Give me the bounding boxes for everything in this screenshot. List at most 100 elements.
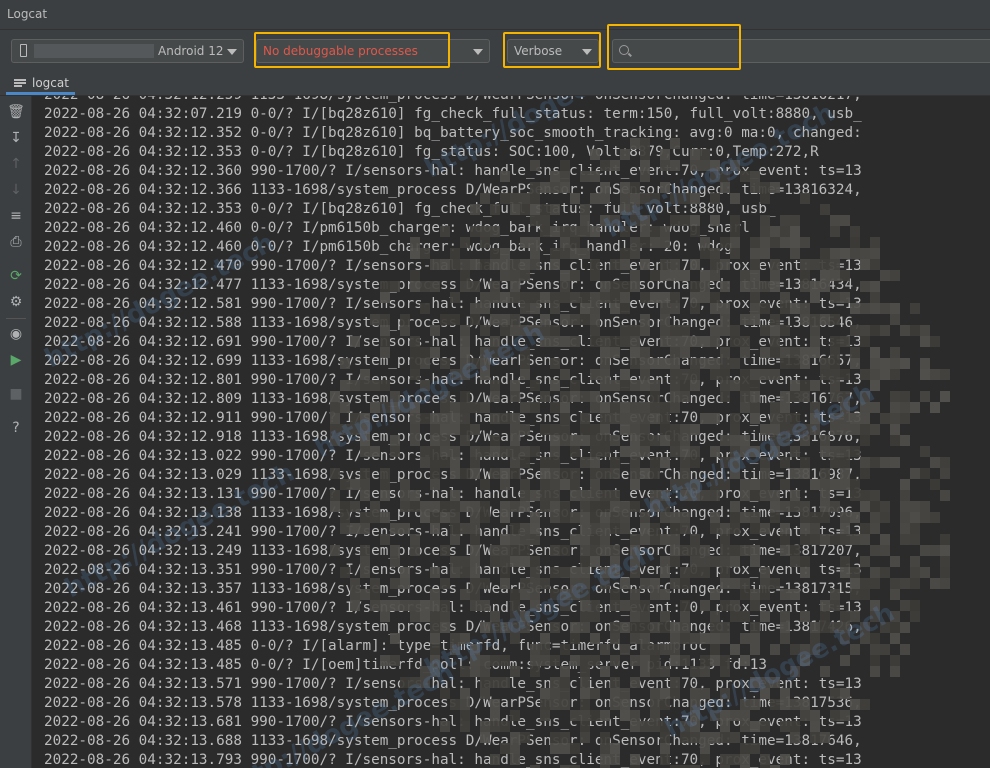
tab-logcat[interactable]: logcat xyxy=(6,70,75,95)
redaction-block xyxy=(580,314,590,325)
redaction-block xyxy=(850,512,860,523)
redaction-block xyxy=(860,578,870,589)
redaction-block xyxy=(520,325,530,336)
redaction-block xyxy=(500,545,510,556)
redaction-block xyxy=(460,556,470,567)
redaction-block xyxy=(380,479,390,490)
redaction-block xyxy=(690,281,700,292)
redaction-block xyxy=(440,413,450,424)
redaction-block xyxy=(640,666,650,677)
redaction-block xyxy=(590,633,600,644)
redaction-block xyxy=(890,402,900,413)
redaction-block xyxy=(750,259,760,270)
redaction-block xyxy=(660,424,670,435)
redaction-block xyxy=(460,424,470,435)
redaction-block xyxy=(810,512,820,523)
redaction-block xyxy=(630,479,640,490)
redaction-block xyxy=(760,281,770,292)
redaction-block xyxy=(410,281,420,292)
redaction-block xyxy=(540,325,550,336)
redaction-block xyxy=(560,743,570,754)
redaction-block xyxy=(450,369,460,380)
redaction-block xyxy=(750,314,760,325)
redaction-block xyxy=(750,644,760,655)
redaction-block xyxy=(860,248,870,259)
redaction-block xyxy=(630,248,640,259)
redaction-block xyxy=(430,523,440,534)
redaction-block xyxy=(620,402,630,413)
redaction-block xyxy=(450,567,460,578)
redaction-block xyxy=(820,666,830,677)
redaction-block xyxy=(610,523,620,534)
redaction-block xyxy=(580,688,590,699)
redaction-block xyxy=(470,303,480,314)
redaction-block xyxy=(550,336,560,347)
redaction-block xyxy=(490,226,500,237)
soft-wrap-icon[interactable]: ≡ xyxy=(6,206,26,226)
chevron-down-icon xyxy=(473,49,483,55)
redaction-block xyxy=(580,391,590,402)
redaction-block xyxy=(520,545,530,556)
redaction-block xyxy=(540,215,550,226)
log-output[interactable]: 2022-08-26 04:32:12.259 1133-1698/system… xyxy=(32,96,990,768)
redaction-block xyxy=(720,314,730,325)
redaction-block xyxy=(540,391,550,402)
redaction-block xyxy=(610,622,620,633)
redaction-block xyxy=(690,721,700,732)
redaction-block xyxy=(520,303,530,314)
redaction-block xyxy=(710,644,720,655)
up-arrow-icon[interactable]: ↑ xyxy=(6,154,26,174)
redaction-block xyxy=(890,556,900,567)
redaction-block xyxy=(720,534,730,545)
redaction-block xyxy=(740,655,750,666)
redaction-block xyxy=(840,391,850,402)
redaction-block xyxy=(560,237,570,248)
redaction-block xyxy=(450,259,460,270)
redaction-block xyxy=(550,699,560,710)
redaction-block xyxy=(710,215,720,226)
redaction-block xyxy=(350,413,360,424)
redaction-block xyxy=(900,435,910,446)
screen-record-icon[interactable]: ▶ xyxy=(6,350,26,370)
redaction-block xyxy=(460,270,470,281)
redaction-block xyxy=(440,314,450,325)
redaction-block xyxy=(490,622,500,633)
redaction-block xyxy=(720,391,730,402)
redaction-block xyxy=(840,248,850,259)
redaction-block xyxy=(660,567,670,578)
redaction-block xyxy=(380,655,390,666)
redaction-block xyxy=(930,578,940,589)
redaction-block xyxy=(450,424,460,435)
redaction-block xyxy=(550,501,560,512)
camera-icon[interactable]: ◉ xyxy=(6,324,26,344)
redaction-block xyxy=(650,391,660,402)
redaction-block xyxy=(430,259,440,270)
redaction-block xyxy=(800,567,810,578)
redaction-block xyxy=(610,754,620,765)
redaction-block xyxy=(750,237,760,248)
device-selector[interactable]: Android 12 xyxy=(11,39,244,63)
redaction-block xyxy=(440,424,450,435)
redaction-block xyxy=(570,336,580,347)
gear-icon[interactable]: ⚙ xyxy=(6,292,26,312)
redaction-block xyxy=(800,534,810,545)
trash-icon[interactable]: 🗑 xyxy=(6,102,26,122)
redaction-block xyxy=(850,567,860,578)
print-icon[interactable]: ⎙ xyxy=(6,232,26,252)
stop-icon[interactable]: ■ xyxy=(6,384,26,404)
redaction-block xyxy=(530,292,540,303)
redaction-block xyxy=(560,688,570,699)
redaction-block xyxy=(690,424,700,435)
scroll-end-icon[interactable]: ↧ xyxy=(6,128,26,148)
redaction-block xyxy=(810,644,820,655)
help-icon[interactable]: ? xyxy=(6,418,26,438)
redaction-block xyxy=(590,600,600,611)
redaction-block xyxy=(560,391,570,402)
down-arrow-icon[interactable]: ↓ xyxy=(6,180,26,200)
redaction-block xyxy=(690,545,700,556)
redaction-block xyxy=(630,347,640,358)
restart-icon[interactable]: ⟳ xyxy=(6,266,26,286)
redaction-block xyxy=(480,721,490,732)
redaction-block xyxy=(420,446,430,457)
redaction-block xyxy=(920,567,930,578)
